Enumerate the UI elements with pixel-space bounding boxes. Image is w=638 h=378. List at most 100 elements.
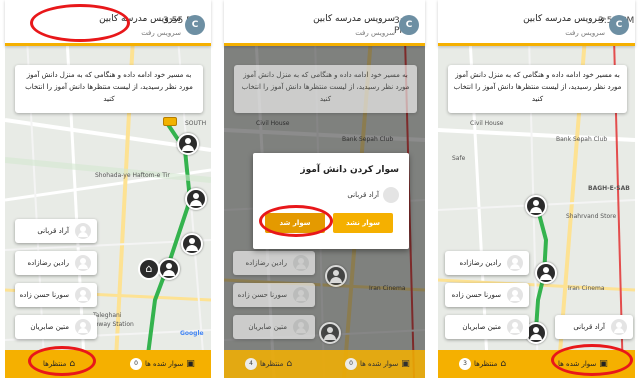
instruction-box: به مسیر خود ادامه داده و هنگامی که به من… <box>15 65 203 113</box>
avatar-icon <box>611 319 627 335</box>
student-name: آراد قربانی <box>573 323 605 331</box>
notification-title: سرویس مدرسه کابین <box>313 14 395 24</box>
map-label-cinema: Iran Cinema <box>568 285 605 292</box>
student-item[interactable]: رادین رضازاده <box>15 251 97 275</box>
tab-boarded[interactable]: ▣سوار شده ها0 <box>127 350 198 378</box>
tab-waiting-label: منتظرها <box>43 360 67 368</box>
student-pin-icon[interactable] <box>158 258 180 280</box>
notification-bar[interactable]: 3:55 PM سرویس مدرسه کابین سرویس رفت C <box>5 0 211 46</box>
student-pin-icon[interactable] <box>185 188 207 210</box>
avatar-icon <box>293 255 309 271</box>
avatar-icon <box>75 255 91 271</box>
student-name: رادین رضازاده <box>459 259 501 267</box>
map-label-taleghani: Taleghani <box>93 312 122 319</box>
waiting-count-badge: 3 <box>459 358 471 370</box>
student-name: رادین رضازاده <box>27 259 69 267</box>
bus-icon: ▣ <box>401 359 410 369</box>
student-item[interactable]: رادین رضازاده <box>233 251 315 275</box>
student-item[interactable]: متین صابریان <box>233 315 315 339</box>
tab-waiting-label: منتظرها <box>260 360 284 368</box>
student-item[interactable]: آراد قربانی <box>15 219 97 243</box>
map-label-south: SOUTH <box>185 120 207 127</box>
avatar-icon <box>507 287 523 303</box>
tab-boarded-label: سوار شده ها <box>145 360 184 368</box>
tab-boarded-label: سوار شده ها <box>360 360 399 368</box>
tab-boarded[interactable]: ▣سوار شده ها0 <box>342 350 413 378</box>
student-item[interactable]: سورنا حسن زاده <box>445 283 529 307</box>
student-item[interactable]: سورنا حسن زاده <box>15 283 97 307</box>
boarded-student-item[interactable]: آراد قربانی <box>555 315 633 339</box>
avatar-icon <box>293 319 309 335</box>
student-name: آراد قربانی <box>37 227 69 235</box>
vehicle-icon <box>163 117 177 126</box>
bottom-tab-bar: ▣سوار شده ها ⌂منتظرها3 <box>438 350 635 378</box>
student-pin-icon[interactable] <box>535 262 557 284</box>
avatar-icon <box>507 255 523 271</box>
bottom-tab-bar: ▣سوار شده ها0 ⌂منتظرها <box>5 350 211 378</box>
screen-board-dialog: Civil House Bank Sepah Club Iran Cinema … <box>219 0 428 378</box>
student-item[interactable]: سورنا حسن زاده <box>233 283 315 307</box>
bus-icon: ▣ <box>599 359 608 369</box>
student-pin-icon[interactable] <box>177 133 199 155</box>
student-pin-icon[interactable] <box>525 195 547 217</box>
dialog-student-name: آراد قربانی <box>347 191 379 199</box>
student-name: متین صابریان <box>248 323 287 331</box>
student-name: سورنا حسن زاده <box>451 291 501 299</box>
instruction-box: به مسیر خود ادامه داده و هنگامی که به من… <box>234 65 417 113</box>
dialog-title: سوار کردن دانش آموز <box>300 165 399 175</box>
tab-waiting-label: منتظرها <box>474 360 498 368</box>
school-icon[interactable]: ⌂ <box>138 258 160 280</box>
student-item[interactable]: متین صابریان <box>15 315 97 339</box>
notification-bar[interactable]: 3:55 PM سرویس مدرسه کابین سرویس رفت C <box>438 0 635 46</box>
notification-title: سرویس مدرسه کابین <box>523 14 605 24</box>
app-logo-icon: C <box>185 15 205 35</box>
bus-icon: ▣ <box>186 359 195 369</box>
notification-subtitle: سرویس رفت <box>355 29 395 37</box>
avatar-icon <box>75 287 91 303</box>
tab-boarded[interactable]: ▣سوار شده ها <box>558 350 611 378</box>
dialog-student: آراد قربانی <box>347 187 399 203</box>
map-label-road: Shohada-ye Haftom-e Tir <box>95 172 170 179</box>
map-label-bagh: BAGH-E-SAB <box>588 185 630 192</box>
student-name: متین صابریان <box>30 323 69 331</box>
notification-subtitle: سرویس رفت <box>141 29 181 37</box>
avatar-icon <box>75 223 91 239</box>
map-label-safe: Safe <box>452 155 466 162</box>
map-label-shahrvand: Shahrvand Store <box>566 213 617 220</box>
tab-waiting[interactable]: ⌂منتظرها3 <box>456 350 509 378</box>
student-pin-icon[interactable] <box>325 265 347 287</box>
student-name: متین صابریان <box>462 323 501 331</box>
notification-subtitle: سرویس رفت <box>565 29 605 37</box>
map-label-civil-house: Civil House <box>470 120 504 127</box>
tab-waiting[interactable]: ⌂منتظرها <box>43 350 78 378</box>
avatar-icon <box>383 187 399 203</box>
notification-bar[interactable]: 3:55 PM سرویس مدرسه کابین سرویس رفت C <box>224 0 425 46</box>
board-student-dialog: سوار کردن دانش آموز آراد قربانی سوار شد … <box>253 153 409 249</box>
student-name: سورنا حسن زاده <box>237 291 287 299</box>
app-logo-icon: C <box>399 15 419 35</box>
tab-waiting[interactable]: ⌂منتظرها4 <box>242 350 295 378</box>
bottom-tab-bar: ▣سوار شده ها0 ⌂منتظرها4 <box>224 350 425 378</box>
home-icon: ⌂ <box>69 359 76 369</box>
app-logo-icon: C <box>609 15 629 35</box>
home-icon: ⌂ <box>286 359 293 369</box>
boarded-count-badge: 0 <box>130 358 142 370</box>
student-item[interactable]: متین صابریان <box>445 315 529 339</box>
student-pin-icon[interactable] <box>181 233 203 255</box>
notification-title: سرویس مدرسه کابین <box>99 14 181 24</box>
avatar-icon <box>75 319 91 335</box>
tab-boarded-label: سوار شده ها <box>558 360 597 368</box>
boarded-button[interactable]: سوار شد <box>265 213 325 233</box>
instruction-box: به مسیر خود ادامه داده و هنگامی که به من… <box>448 65 627 113</box>
waiting-count-badge: 4 <box>245 358 257 370</box>
not-boarded-button[interactable]: سوار نشد <box>333 213 393 233</box>
home-icon: ⌂ <box>500 359 507 369</box>
student-pin-icon[interactable] <box>319 322 341 344</box>
avatar-icon <box>507 319 523 335</box>
student-name: سورنا حسن زاده <box>19 291 69 299</box>
screen-waiting-list: SOUTH Shohada-ye Haftom-e Tir Taleghani … <box>0 0 214 378</box>
boarded-count-badge: 0 <box>345 358 357 370</box>
student-item[interactable]: رادین رضازاده <box>445 251 529 275</box>
map-label-bank-sepah: Bank Sepah Club <box>556 136 608 143</box>
google-logo: Google <box>180 330 204 337</box>
